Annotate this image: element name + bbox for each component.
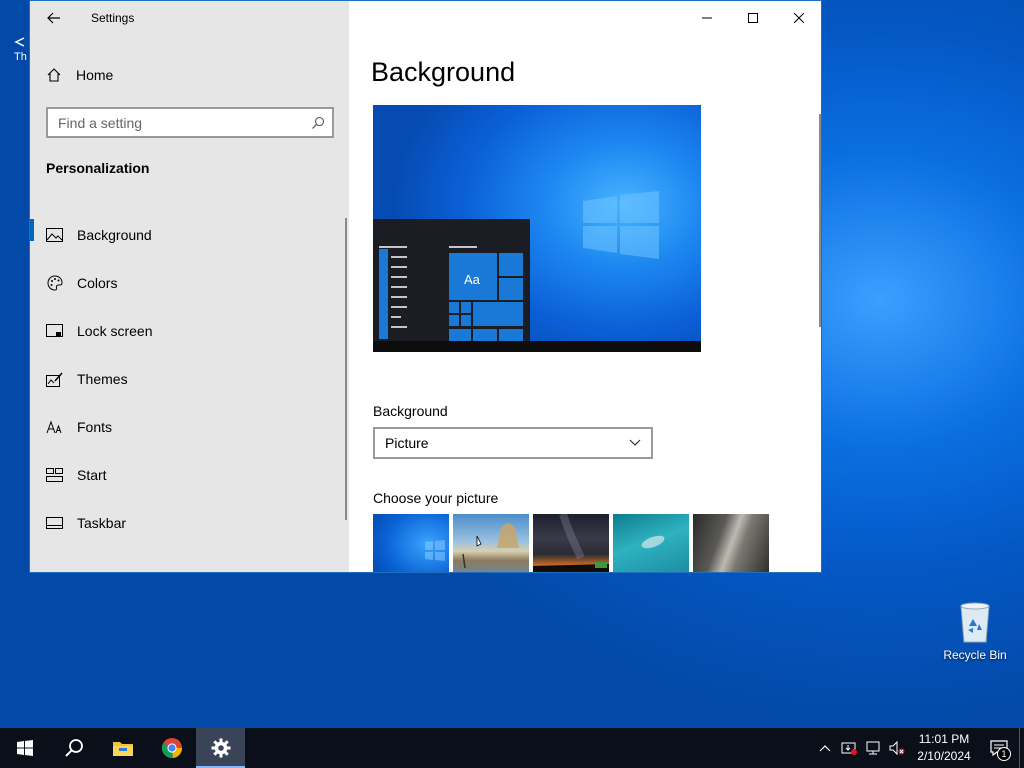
- action-center-button[interactable]: 1: [979, 728, 1019, 768]
- chevron-down-icon: [629, 439, 641, 446]
- lock-screen-icon: [30, 324, 77, 338]
- back-arrow-icon: [47, 12, 60, 24]
- windows-logo-icon: [583, 191, 659, 259]
- picture-thumbnail-5[interactable]: [693, 514, 769, 572]
- sidebar-item-taskbar[interactable]: Taskbar: [30, 499, 346, 547]
- volume-muted-icon: [889, 740, 905, 756]
- title-bar: Settings: [30, 1, 349, 35]
- sidebar-item-lock-screen[interactable]: Lock screen: [30, 307, 346, 355]
- maximize-button[interactable]: [730, 1, 776, 35]
- picture-thumbnail-1[interactable]: [373, 514, 449, 572]
- preview-taskbar: [373, 341, 701, 352]
- search-icon[interactable]: [304, 116, 332, 130]
- settings-window: Settings Home Personalization Background: [29, 0, 822, 573]
- sidebar-item-start[interactable]: Start: [30, 451, 346, 499]
- app-title: Settings: [91, 11, 135, 25]
- clock-time: 11:01 PM: [918, 732, 970, 746]
- recycle-bin-icon: [960, 602, 990, 643]
- chrome-icon: [161, 738, 182, 759]
- nav-home[interactable]: Home: [30, 61, 349, 89]
- start-button[interactable]: [0, 728, 49, 768]
- window-controls: [684, 1, 821, 35]
- settings-button[interactable]: [196, 728, 245, 768]
- start-icon: [16, 740, 33, 756]
- sidebar-item-label: Lock screen: [77, 323, 153, 339]
- picture-thumbnails: [373, 514, 769, 572]
- background-type-label: Background: [373, 403, 448, 419]
- maximize-icon: [748, 13, 758, 23]
- taskbar-clock[interactable]: 11:01 PM 2/10/2024: [909, 731, 979, 765]
- taskbar-icon: [30, 517, 77, 529]
- sidebar-item-label: Themes: [77, 371, 128, 387]
- file-explorer-button[interactable]: [98, 728, 147, 768]
- fonts-icon: [30, 420, 77, 434]
- sidebar-item-label: Colors: [77, 275, 118, 291]
- clock-date: 2/10/2024: [917, 749, 971, 763]
- network-tray-button[interactable]: [861, 728, 885, 768]
- home-label: Home: [76, 67, 114, 83]
- sidebar: Settings Home Personalization Background: [30, 1, 349, 572]
- tray-overflow-button[interactable]: [813, 728, 837, 768]
- minimize-button[interactable]: [684, 1, 730, 35]
- home-icon: [30, 67, 76, 83]
- sidebar-item-label: Fonts: [77, 419, 113, 435]
- close-icon: [794, 13, 804, 23]
- preview-start-menu: Aa: [373, 219, 530, 341]
- search-input[interactable]: [48, 114, 304, 131]
- taskbar: 11:01 PM 2/10/2024 1: [0, 728, 1024, 768]
- start-icon: [30, 468, 77, 482]
- network-icon: [866, 741, 880, 755]
- sidebar-item-label: Background: [77, 227, 152, 243]
- show-desktop-button[interactable]: [1019, 728, 1024, 768]
- minimize-icon: [702, 17, 712, 19]
- file-explorer-icon: [112, 742, 133, 756]
- back-button[interactable]: [42, 7, 66, 29]
- choose-picture-label: Choose your picture: [373, 490, 499, 506]
- sidebar-scrollbar[interactable]: [345, 218, 347, 520]
- volume-tray-button[interactable]: [885, 728, 909, 768]
- picture-icon: [30, 228, 77, 242]
- themes-icon: [30, 372, 77, 387]
- sidebar-item-themes[interactable]: Themes: [30, 355, 346, 403]
- background-preview: Aa: [373, 105, 701, 352]
- search-button[interactable]: [49, 728, 98, 768]
- close-button[interactable]: [776, 1, 821, 35]
- security-alert-icon: [841, 742, 857, 755]
- nav-list: Background Colors Lock screen Themes Fon…: [30, 211, 346, 547]
- sidebar-item-colors[interactable]: Colors: [30, 259, 346, 307]
- picture-thumbnail-4[interactable]: [613, 514, 689, 572]
- dropdown-value: Picture: [385, 435, 429, 451]
- content-scrollbar[interactable]: [819, 114, 821, 327]
- section-title: Personalization: [46, 160, 150, 176]
- sidebar-item-label: Start: [77, 467, 107, 483]
- page-title: Background: [371, 57, 516, 87]
- preview-sample-text: Aa: [464, 272, 480, 287]
- picture-thumbnail-2[interactable]: [453, 514, 529, 572]
- content-pane: Background Aa Background Picture Choose …: [349, 1, 821, 572]
- notification-count-badge: 1: [997, 747, 1011, 761]
- settings-icon: [211, 738, 230, 758]
- palette-icon: [30, 275, 77, 291]
- chevron-up-icon: [819, 745, 831, 752]
- system-tray: 11:01 PM 2/10/2024 1: [813, 728, 1024, 768]
- picture-thumbnail-3[interactable]: [533, 514, 609, 572]
- chrome-button[interactable]: [147, 728, 196, 768]
- recycle-bin-label: Recycle Bin: [943, 648, 1007, 662]
- sidebar-item-label: Taskbar: [77, 515, 127, 531]
- sidebar-item-fonts[interactable]: Fonts: [30, 403, 346, 451]
- recycle-bin[interactable]: Recycle Bin: [940, 600, 1010, 662]
- search-icon: [64, 739, 83, 757]
- defender-tray-button[interactable]: [837, 728, 861, 768]
- background-type-dropdown[interactable]: Picture: [373, 427, 653, 459]
- search-box[interactable]: [46, 107, 334, 138]
- desktop-partial-icon-glyph: [14, 37, 25, 47]
- sidebar-item-background[interactable]: Background: [30, 211, 346, 259]
